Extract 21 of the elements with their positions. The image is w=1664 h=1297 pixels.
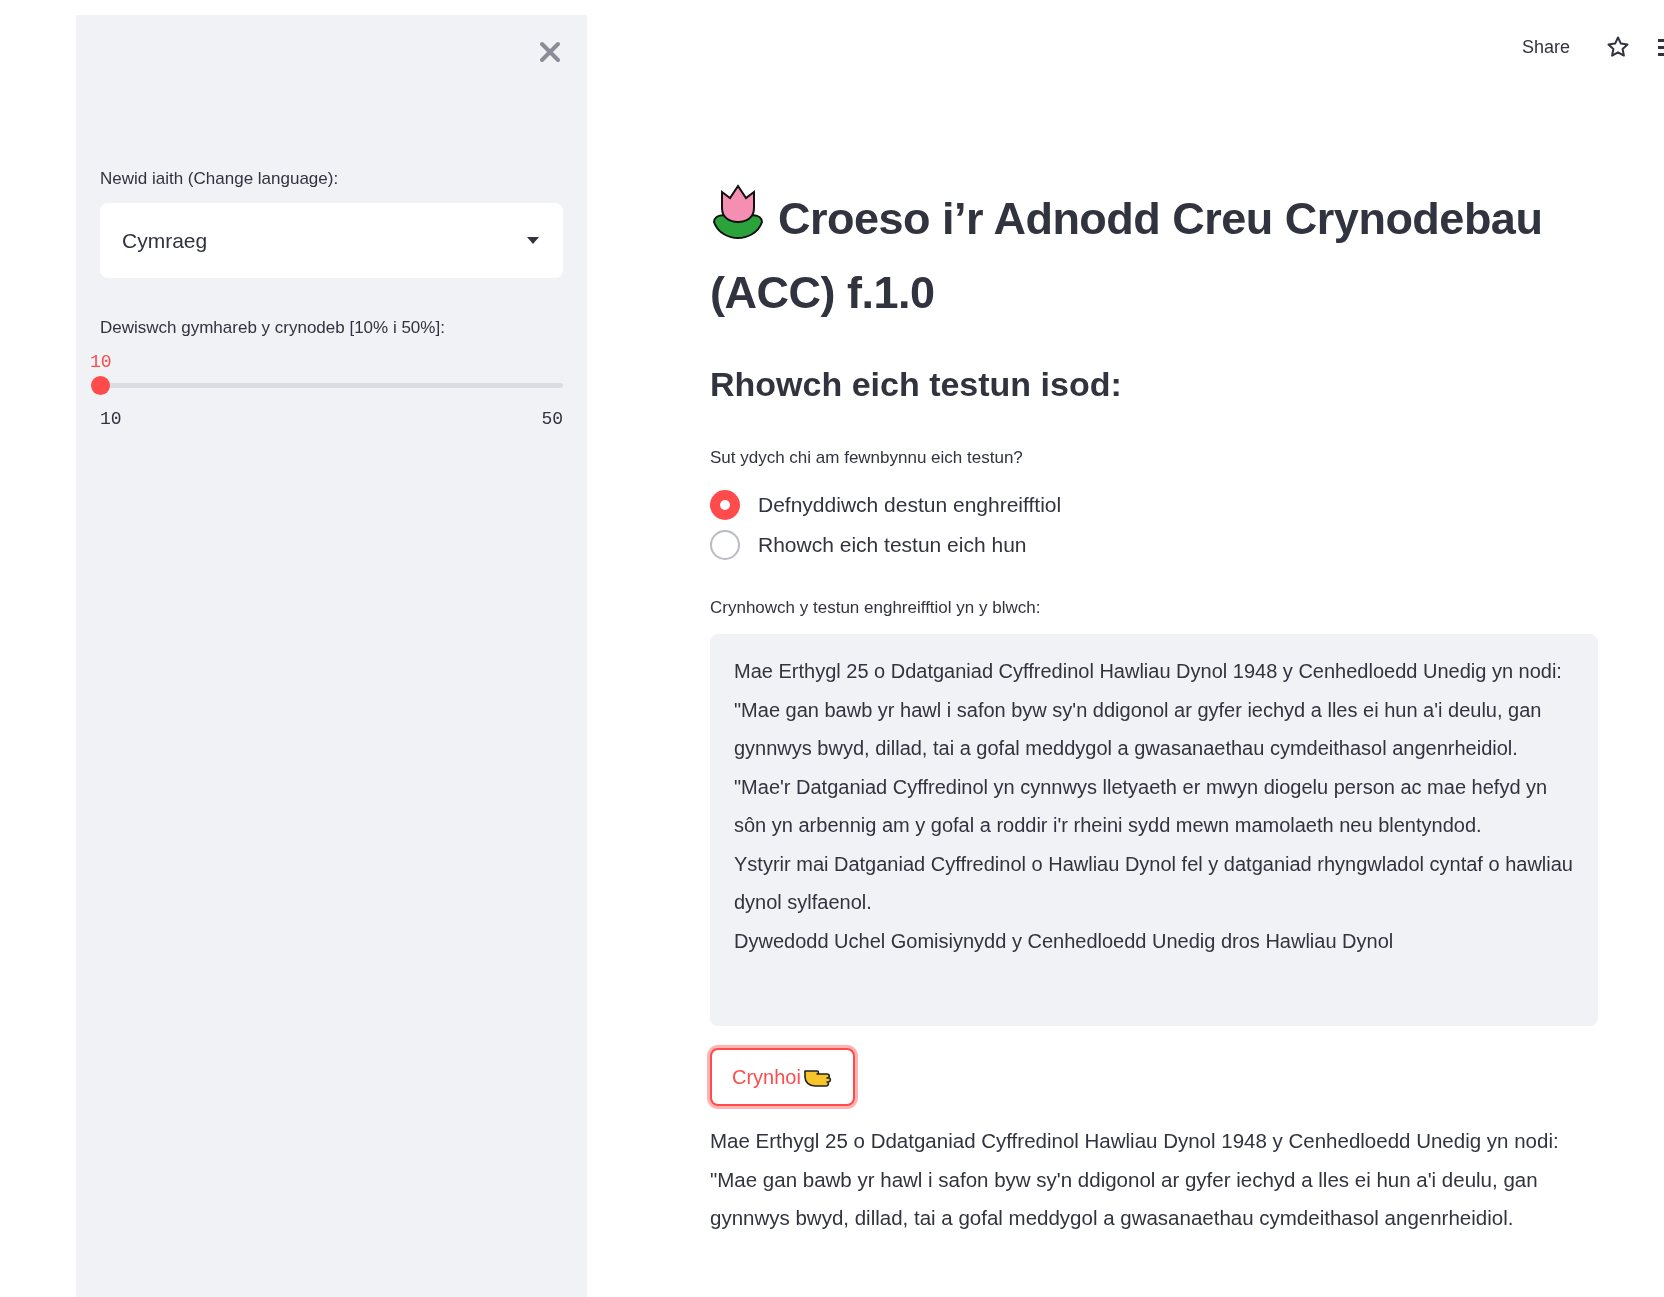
section-heading: Rhowch eich testun isod: [710,364,1123,405]
slider-thumb[interactable] [91,376,110,395]
page-title: Croeso i’r Adnodd Creu Crynodebau (ACC) f.1.0 [710,182,1598,330]
radio-option[interactable]: Rhowch eich testun eich hun [710,530,1027,560]
language-label: Newid iaith (Change language): [100,169,340,189]
summary-text: Mae Erthygl 25 o Ddatganiad Cyffredinol Hawliau Dynol 1948 y Cenhedloedd Unedig yn nodi: "Mae gan bawb yr hawl i safon byw sy'n ddigonol ar gyfer iechyd a lles ei hun a'i deulu, gan gynnwys bwyd, dillad, tai a gofal meddygol a gwasanaethau cymdeithasol angenrheidiol. [710,1128,1560,1231]
textarea-label: Crynhowch y testun enghreifftiol yn y blwch: [710,598,1042,618]
caret-icon [527,237,539,244]
radio-option[interactable]: Defnyddiwch destun enghreifftiol [710,490,1062,520]
language-select[interactable]: Cymraeg [100,203,563,278]
menu-icon[interactable] [1658,36,1664,58]
share-button[interactable]: Share [1513,32,1578,62]
close-icon[interactable] [537,39,563,65]
slider-value: 10 [90,352,112,372]
text-area[interactable]: Mae Erthygl 25 o Ddatganiad Cyffredinol Hawliau Dynol 1948 y Cenhedloedd Unedig yn nodi: "Mae gan bawb yr hawl i safon byw sy'n ddigonol ar gyfer iechyd a lles ei hun a'i deulu, gan gynnwys bwyd, dillad, tai a gofal meddygol a gwasanaethau cymdeithasol angenrheidiol. "Mae'r Datganiad Cyffredinol yn cynnwys lletyaeth er mwyn diogelu person ac mae hefyd yn sôn yn arbennig am y gofal a roddir i'r rheini sydd mewn mamolaeth neu blentyndod. Ystyrir mai Datganiad Cyffredinol o Hawliau Dynol fel y datganiad rhyngwladol cyntaf o hawliau dynol sylfaenol. Dywedodd Uchel Gomisiynydd y Cenhedloedd Unedig dros Hawliau Dynol [710,634,1598,1026]
star-icon[interactable] [1606,35,1630,59]
slider-min: 10 [100,409,122,429]
tulip-icon [710,182,766,242]
slider-max: 50 [541,409,563,429]
ratio-label: Dewiswch gymhareb y crynodeb [10% i 50%]: [100,318,446,338]
question-label: Sut ydych chi am fewnbynnu eich testun? [710,448,1024,468]
